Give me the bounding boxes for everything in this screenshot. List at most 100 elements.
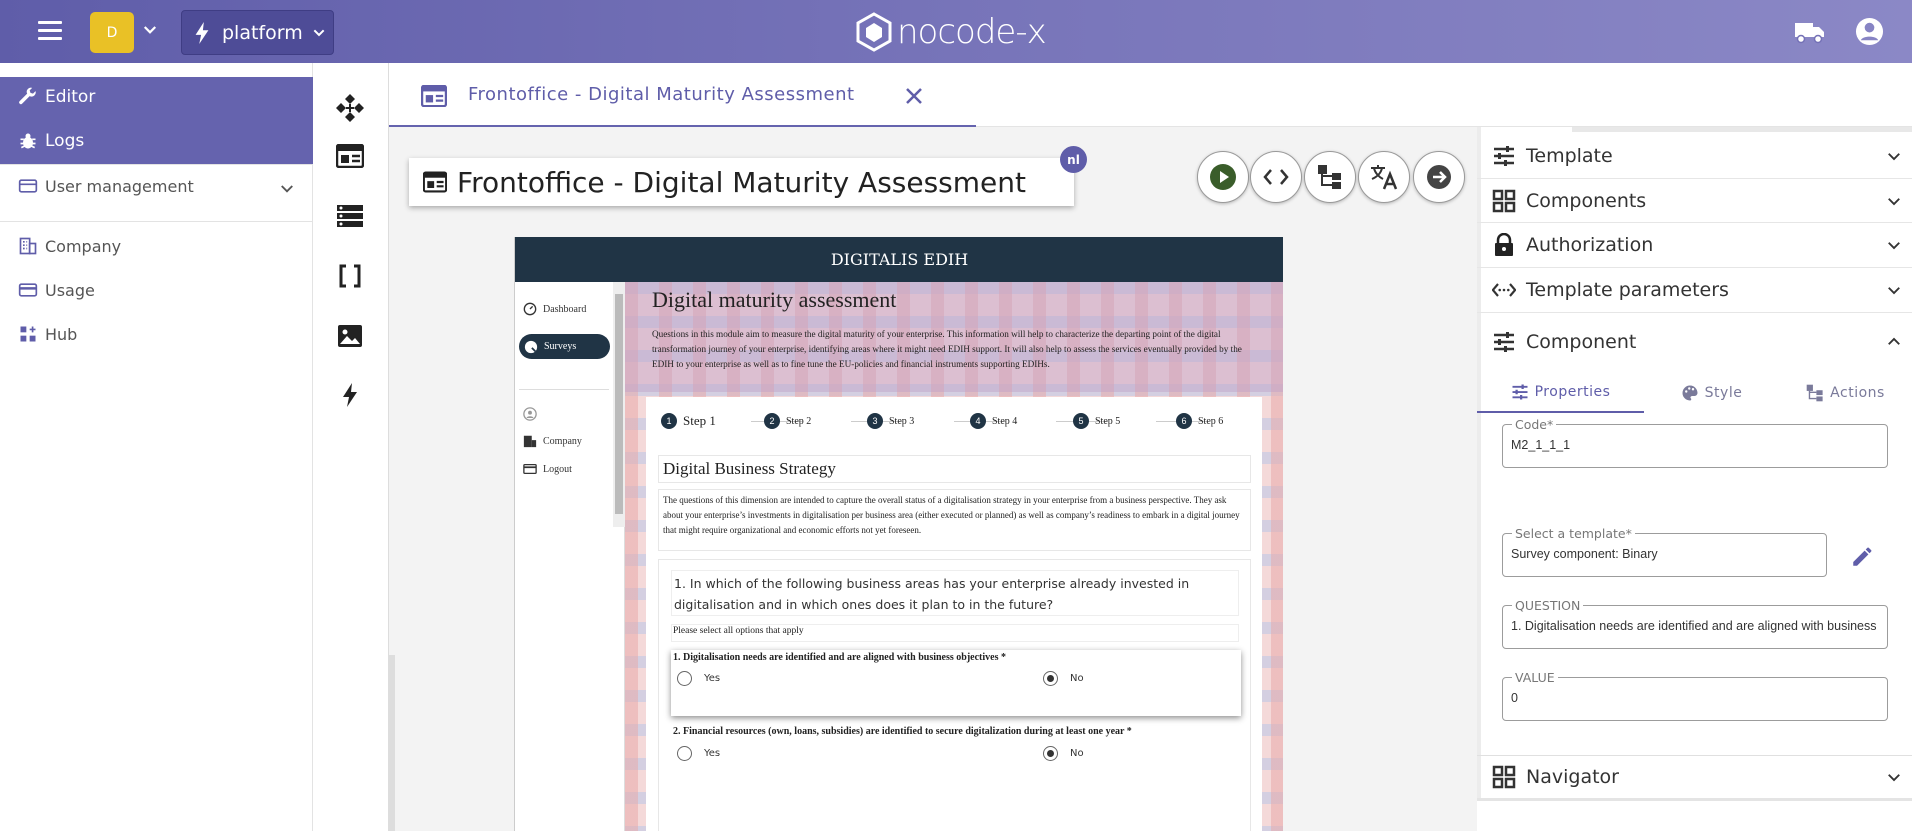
binary-question-selected[interactable]: 1. Digitalisation needs are identified a… [671, 650, 1241, 716]
divider [0, 164, 313, 165]
menu-item-user-management[interactable]: User management [18, 176, 194, 196]
question-field[interactable]: QUESTION [1502, 598, 1888, 649]
code-icon [1263, 169, 1289, 185]
rail-json[interactable] [333, 259, 367, 293]
canvas-scroll-edge [389, 655, 395, 831]
step-label: Step 2 [786, 415, 812, 427]
radio-yes[interactable]: Yes [677, 746, 720, 761]
radio-no[interactable]: No [1043, 746, 1084, 761]
rail-templates[interactable] [333, 139, 367, 173]
accordion-component[interactable]: Component [1477, 328, 1912, 356]
translate-icon [1371, 165, 1398, 190]
navigate-button[interactable] [1413, 151, 1465, 203]
template-title: Frontoffice - Digital Maturity Assessmen… [457, 165, 1026, 199]
rail-media[interactable] [333, 319, 367, 353]
truck-icon[interactable] [1795, 20, 1825, 44]
preview-nav-label: Dashboard [543, 303, 587, 315]
bolt-icon [195, 21, 209, 44]
menu-item-editor[interactable]: Editor [18, 87, 95, 107]
grid-icon [1492, 189, 1516, 213]
workspace-avatar[interactable]: D [90, 12, 134, 53]
preview-nav-dashboard[interactable]: Dashboard [523, 302, 586, 316]
gauge-icon [523, 302, 537, 316]
preview-nav-surveys[interactable]: Surveys [519, 334, 610, 359]
preview-nav-label: Logout [543, 463, 572, 475]
card-icon [18, 283, 38, 297]
preview-nav-company[interactable]: Company [523, 434, 582, 448]
template-input[interactable] [1511, 547, 1816, 561]
template-title-card: Frontoffice - Digital Maturity Assessmen… [409, 158, 1074, 206]
subtab-actions[interactable]: Actions [1779, 372, 1912, 413]
subtab-style[interactable]: Style [1644, 372, 1779, 413]
value-input[interactable] [1511, 691, 1876, 705]
radio-circle [677, 671, 692, 686]
preview-scrollbar[interactable] [613, 282, 625, 527]
structure-button[interactable] [1304, 151, 1356, 203]
rail-actions[interactable] [333, 378, 367, 412]
scrollbar-thumb[interactable] [615, 294, 623, 514]
run-button[interactable] [1197, 151, 1249, 203]
bolt-icon [343, 383, 357, 407]
step-1[interactable]: 1 Step 1 [661, 413, 716, 429]
subtab-properties[interactable]: Properties [1477, 372, 1644, 413]
preview-content: 1 Step 1 2 Step 2 3 Step 3 4 Step 4 5 Step 5 … [646, 397, 1262, 831]
subtab-label: Style [1704, 384, 1743, 401]
platform-selector[interactable]: platform [181, 10, 334, 55]
value-field[interactable]: VALUE [1502, 670, 1888, 721]
step-4[interactable]: 4 Step 4 [970, 413, 1017, 429]
editor-icon-rail [313, 63, 389, 831]
question-input[interactable] [1511, 619, 1876, 633]
close-icon[interactable] [904, 86, 924, 106]
preview-main: Digital maturity assessment Questions in… [625, 282, 1283, 831]
brackets-icon [339, 264, 361, 288]
step-label: Step 3 [889, 415, 915, 427]
accordion-components[interactable]: Components [1477, 187, 1912, 215]
code-button[interactable] [1250, 151, 1302, 203]
rail-network[interactable] [333, 90, 367, 124]
panel-scrollbar[interactable] [1572, 127, 1912, 132]
subtab-label: Properties [1534, 383, 1611, 400]
accordion-label: Components [1526, 190, 1647, 212]
code-input[interactable] [1511, 438, 1876, 452]
divider [1477, 267, 1912, 268]
edit-icon[interactable] [1850, 543, 1876, 569]
preview-intro-text: Questions in this module aim to measure … [652, 329, 1242, 369]
menu-icon[interactable] [38, 21, 62, 41]
chevron-down-icon[interactable] [278, 180, 296, 198]
binary-question[interactable]: 2. Financial resources (own, loans, subs… [671, 726, 1241, 786]
code-field[interactable]: Code* [1502, 417, 1888, 468]
step-number: 2 [764, 413, 780, 429]
accordion-navigator[interactable]: Navigator [1477, 763, 1912, 791]
accordion-label: Template [1526, 145, 1613, 167]
menu-item-logs[interactable]: Logs [18, 131, 84, 151]
accordion-label: Authorization [1526, 234, 1654, 256]
step-5[interactable]: 5 Step 5 [1073, 413, 1120, 429]
account-icon[interactable] [1855, 17, 1884, 46]
translate-button[interactable] [1358, 151, 1410, 203]
radio-label: Yes [704, 673, 721, 684]
step-6[interactable]: 6 Step 6 [1176, 413, 1223, 429]
accordion-label: Template parameters [1526, 279, 1729, 301]
rail-data[interactable] [333, 199, 367, 233]
preview-nav-logout[interactable]: Logout [523, 462, 572, 476]
accordion-template-parameters[interactable]: Template parameters [1477, 276, 1912, 304]
step-2[interactable]: 2 Step 2 [764, 413, 811, 429]
tab-frontoffice[interactable]: Frontoffice - Digital Maturity Assessmen… [389, 63, 976, 127]
menu-item-usage[interactable]: Usage [18, 280, 95, 300]
accordion-authorization[interactable]: Authorization [1477, 231, 1912, 259]
radio-yes[interactable]: Yes [677, 671, 720, 686]
preview-intro: Digital maturity assessment Questions in… [625, 282, 1283, 392]
step-3[interactable]: 3 Step 3 [867, 413, 914, 429]
menu-item-company[interactable]: Company [18, 236, 121, 256]
question-text: 1. In which of the following business ar… [671, 570, 1239, 616]
chevron-down-icon[interactable] [141, 20, 159, 40]
menu-item-hub[interactable]: Hub [18, 324, 77, 344]
component-subtabs: Properties Style Actions [1477, 372, 1912, 413]
grid-plus-icon [20, 326, 36, 342]
radio-no[interactable]: No [1043, 671, 1084, 686]
language-badge[interactable]: nl [1060, 146, 1087, 173]
field-label: VALUE [1512, 670, 1558, 685]
accordion-template[interactable]: Template [1477, 142, 1912, 170]
template-select[interactable]: Select a template* [1502, 526, 1827, 577]
step-label: Step 1 [683, 413, 716, 428]
